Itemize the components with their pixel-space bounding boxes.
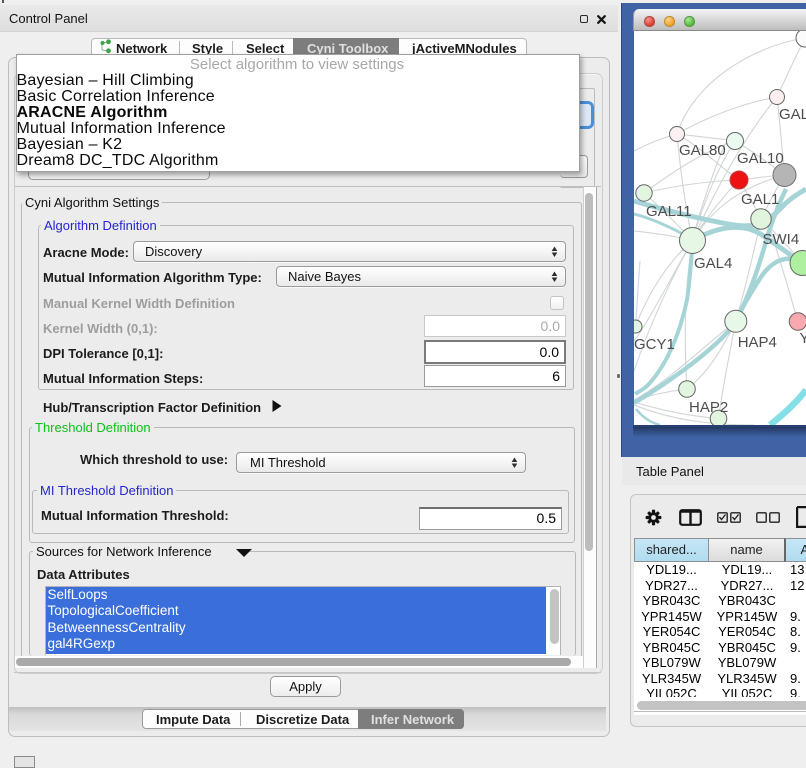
svg-text:GAL: GAL xyxy=(779,106,806,123)
svg-text:HAP2: HAP2 xyxy=(689,399,728,416)
svg-text:GAL10: GAL10 xyxy=(737,150,784,167)
svg-text:GAL1: GAL1 xyxy=(741,191,779,208)
svg-text:Y: Y xyxy=(800,330,806,347)
svg-text:GAL80: GAL80 xyxy=(679,142,726,159)
svg-text:GAL4: GAL4 xyxy=(694,255,732,272)
svg-text:SWI4: SWI4 xyxy=(763,231,800,248)
svg-text:GAL11: GAL11 xyxy=(646,203,692,220)
svg-text:HAP4: HAP4 xyxy=(738,334,777,351)
svg-text:GCY1: GCY1 xyxy=(634,336,675,353)
